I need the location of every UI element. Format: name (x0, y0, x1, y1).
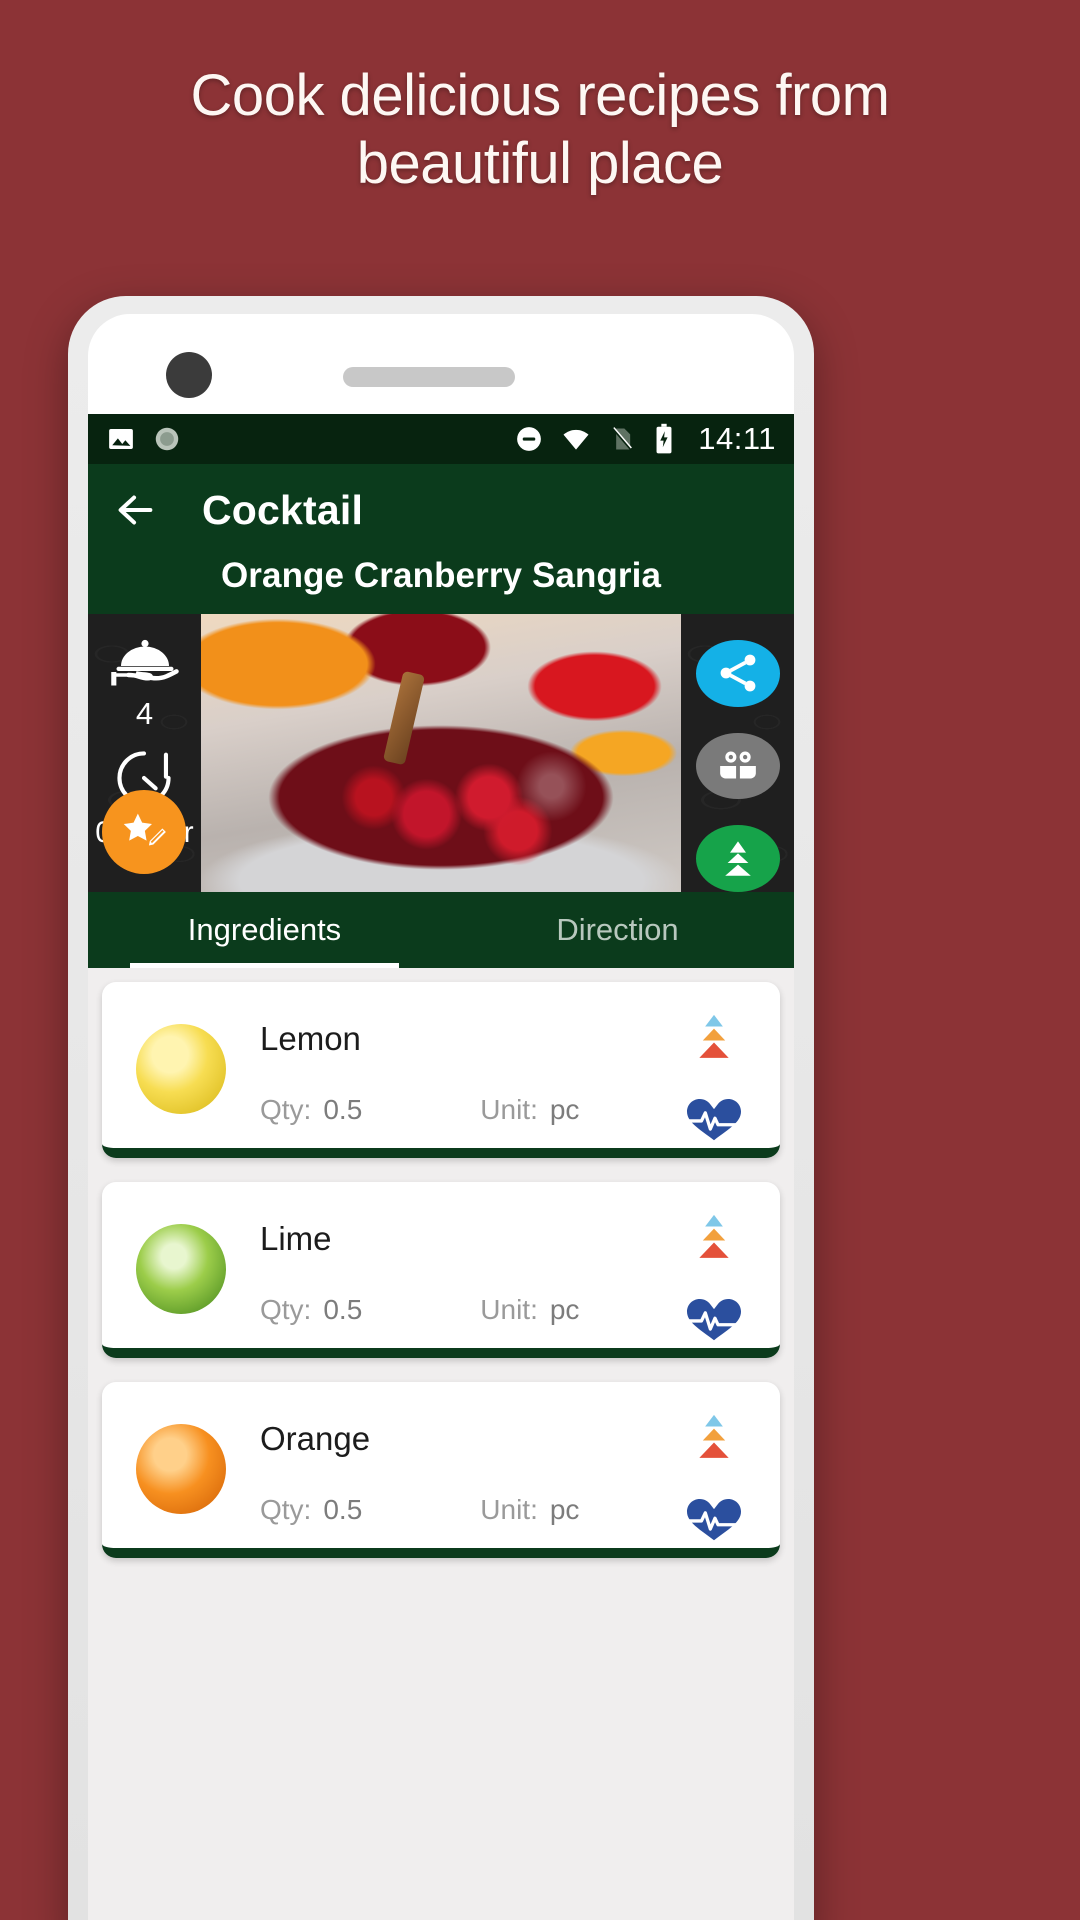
ingredient-unit: Unit: pc (480, 1094, 579, 1126)
phone-mockup: 14:11 Cocktail Orange Cranberry Sangria (68, 296, 814, 1920)
status-bar: 14:11 (88, 414, 794, 464)
qty-value: 0.5 (323, 1494, 363, 1525)
recipe-tabs: Ingredients Direction (88, 892, 794, 968)
share-icon (720, 654, 755, 692)
ingredient-qty: Qty: 0.5 (260, 1294, 362, 1326)
food-pyramid-icon[interactable] (683, 1412, 745, 1466)
do-not-disturb-icon (517, 427, 542, 451)
earpiece-speaker (343, 367, 515, 387)
tab-direction[interactable]: Direction (441, 892, 794, 968)
qty-label: Qty: (260, 1294, 312, 1325)
status-bar-right-icons: 14:11 (514, 421, 776, 457)
unit-label: Unit: (480, 1294, 538, 1325)
list-item[interactable]: Lemon Qty: 0.5 Unit: pc (102, 982, 780, 1158)
recipe-hero: 4 0:10 Hr (88, 614, 794, 892)
ingredient-name: Orange (260, 1420, 371, 1457)
list-item[interactable]: Lime Qty: 0.5 Unit: pc (102, 1182, 780, 1358)
servings-info: 4 (109, 636, 181, 729)
ingredient-actions (666, 1198, 762, 1348)
ingredient-list: Lemon Qty: 0.5 Unit: pc Lime Qty: 0.5 Un… (88, 968, 794, 1558)
ingredient-qty: Qty: 0.5 (260, 1494, 362, 1526)
ingredient-thumbnail (136, 1224, 226, 1314)
qty-value: 0.5 (323, 1094, 363, 1125)
tab-direction-label: Direction (556, 912, 679, 947)
favorite-button[interactable] (102, 790, 186, 874)
promo-headline-line2: beautiful place (356, 131, 724, 197)
status-bar-clock: 14:11 (698, 421, 776, 456)
ingredient-qty: Qty: 0.5 (260, 1094, 362, 1126)
ingredient-actions (666, 1398, 762, 1548)
recipe-book-icon (719, 751, 756, 780)
promo-headline: Cook delicious recipes from beautiful pl… (0, 62, 1080, 199)
recipe-photo-image (201, 614, 681, 892)
back-arrow-icon[interactable] (112, 487, 158, 533)
recipe-actions-panel (681, 614, 794, 892)
recipe-title-bar: Orange Cranberry Sangria (88, 556, 794, 614)
ingredient-unit: Unit: pc (480, 1294, 579, 1326)
muscle-heart-icon[interactable] (681, 1492, 747, 1546)
ingredient-details: Orange Qty: 0.5 Unit: pc (226, 1398, 666, 1548)
ingredient-meta: Qty: 0.5 Unit: pc (260, 1494, 666, 1526)
food-pyramid-icon[interactable] (683, 1012, 745, 1066)
muscle-heart-icon[interactable] (681, 1092, 747, 1146)
ingredient-thumbnail (136, 1024, 226, 1114)
ingredient-thumbnail (136, 1424, 226, 1514)
star-edit-icon (123, 813, 169, 848)
muscle-heart-icon[interactable] (681, 1292, 747, 1346)
page-title: Cocktail (202, 486, 364, 533)
ingredient-actions (666, 998, 762, 1148)
app-screen: 14:11 Cocktail Orange Cranberry Sangria (88, 414, 794, 1920)
recipe-book-button[interactable] (695, 732, 780, 800)
tab-ingredients[interactable]: Ingredients (88, 892, 441, 968)
ingredient-name: Lime (260, 1220, 332, 1257)
phone-screen-frame: 14:11 Cocktail Orange Cranberry Sangria (88, 314, 794, 1920)
food-pyramid-icon[interactable] (683, 1212, 745, 1266)
battery-charging-icon (656, 423, 672, 454)
ingredient-name: Lemon (260, 1020, 361, 1057)
ingredient-details: Lime Qty: 0.5 Unit: pc (226, 1198, 666, 1348)
list-item[interactable]: Orange Qty: 0.5 Unit: pc (102, 1382, 780, 1558)
servings-value: 4 (135, 696, 154, 731)
food-pyramid-icon (724, 841, 751, 876)
image-icon (109, 429, 133, 449)
recipe-photo (201, 614, 681, 892)
unit-value: pc (549, 1094, 580, 1125)
front-camera-icon (166, 352, 212, 398)
qty-label: Qty: (260, 1494, 312, 1525)
food-pyramid-button[interactable] (695, 825, 780, 892)
unit-value: pc (549, 1294, 580, 1325)
ingredient-unit: Unit: pc (480, 1494, 579, 1526)
qty-value: 0.5 (323, 1294, 363, 1325)
room-service-tray-icon (110, 639, 179, 686)
unit-label: Unit: (480, 1094, 538, 1125)
status-bar-left-icons (106, 424, 182, 454)
sync-icon (155, 427, 179, 451)
promo-headline-line1: Cook delicious recipes from (190, 63, 890, 128)
no-sim-icon (612, 427, 633, 451)
share-button[interactable] (695, 640, 780, 707)
recipe-info-panel: 4 0:10 Hr (88, 614, 201, 892)
tab-ingredients-label: Ingredients (187, 912, 342, 947)
ingredient-details: Lemon Qty: 0.5 Unit: pc (226, 998, 666, 1148)
unit-value: pc (549, 1494, 580, 1525)
app-bar: Cocktail (88, 464, 794, 556)
ingredient-meta: Qty: 0.5 Unit: pc (260, 1094, 666, 1126)
unit-label: Unit: (480, 1494, 538, 1525)
recipe-name: Orange Cranberry Sangria (220, 556, 662, 595)
ingredient-meta: Qty: 0.5 Unit: pc (260, 1294, 666, 1326)
qty-label: Qty: (260, 1094, 312, 1125)
wifi-icon (563, 429, 589, 450)
